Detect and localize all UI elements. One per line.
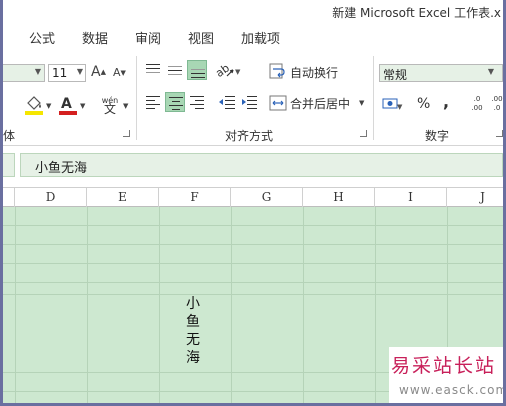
font-name-dropdown[interactable]: ▼ bbox=[3, 64, 45, 82]
column-header-e[interactable]: E bbox=[87, 188, 159, 207]
gridline bbox=[87, 207, 88, 403]
middle-align-button[interactable] bbox=[165, 60, 185, 80]
column-header-i[interactable]: I bbox=[375, 188, 447, 207]
merge-center-button[interactable]: 合并后居中 bbox=[290, 95, 350, 112]
excel-window: 新建 Microsoft Excel 工作表.x 公式 数据 审阅 视图 加载项… bbox=[0, 0, 506, 406]
column-header-j[interactable]: J bbox=[447, 188, 503, 207]
tab-review[interactable]: 审阅 bbox=[135, 28, 161, 47]
top-align-button[interactable] bbox=[143, 60, 163, 80]
chevron-down-icon: ▼ bbox=[76, 67, 83, 76]
font-color-icon: A bbox=[59, 96, 77, 115]
phonetic-guide-button[interactable]: wén 文 bbox=[99, 94, 121, 116]
gridline bbox=[3, 294, 503, 295]
merge-center-icon[interactable] bbox=[269, 93, 287, 113]
formula-input[interactable]: 小鱼无海 bbox=[20, 153, 503, 177]
gridline bbox=[303, 207, 304, 403]
orientation-button[interactable]: ab ▼ bbox=[213, 60, 241, 80]
increase-indent-icon bbox=[242, 96, 257, 109]
tab-data[interactable]: 数据 bbox=[82, 28, 108, 47]
column-header-g[interactable]: G bbox=[231, 188, 303, 207]
gridline bbox=[15, 207, 16, 403]
svg-text:▼: ▼ bbox=[235, 68, 241, 76]
decrease-decimal-icon: .00 bbox=[491, 95, 503, 103]
increase-decimal-icon: .0 bbox=[473, 95, 481, 103]
paint-bucket-icon bbox=[25, 96, 43, 115]
svg-text:ab: ab bbox=[213, 61, 232, 80]
tab-view[interactable]: 视图 bbox=[188, 28, 214, 47]
increase-indent-button[interactable] bbox=[239, 92, 259, 112]
number-format-dropdown[interactable]: 常规 ▼ bbox=[379, 64, 503, 82]
number-format-value: 常规 bbox=[383, 68, 408, 82]
chevron-down-icon[interactable]: ▼ bbox=[80, 102, 85, 110]
align-center-button[interactable] bbox=[165, 92, 185, 112]
currency-icon: ▼ bbox=[382, 98, 403, 111]
window-title: 新建 Microsoft Excel 工作表.x bbox=[332, 6, 501, 20]
group-divider bbox=[373, 56, 374, 140]
align-right-button[interactable] bbox=[187, 92, 207, 112]
comma-style-button[interactable]: , bbox=[443, 92, 449, 111]
font-group-label: 体 bbox=[3, 129, 16, 143]
chevron-down-icon[interactable]: ▼ bbox=[46, 102, 51, 110]
gridline bbox=[3, 225, 503, 226]
gridline bbox=[3, 282, 503, 283]
increase-font-size-icon[interactable]: A ▲ bbox=[91, 64, 106, 80]
font-size-value: 11 bbox=[52, 66, 68, 80]
alignment-dialog-launcher-icon[interactable] bbox=[360, 130, 367, 137]
wrap-text-icon[interactable] bbox=[269, 61, 287, 81]
svg-text:▼: ▼ bbox=[397, 103, 403, 111]
phonetic-char-icon: 文 bbox=[103, 102, 116, 116]
accounting-format-button[interactable]: ▼ bbox=[381, 94, 403, 114]
cell-f-merged-tall[interactable]: 小鱼无海 bbox=[160, 295, 231, 372]
tab-add-ins[interactable]: 加载项 bbox=[241, 28, 280, 47]
ribbon-home: ▼ 11 ▼ A ▲ A ▼ ▼ A ▼ wén 文 ▼ 体 ab ▼ 自动换行… bbox=[3, 50, 503, 146]
decrease-font-size-icon[interactable]: A ▼ bbox=[113, 66, 126, 79]
increase-decimal-button[interactable]: .0 .00 bbox=[467, 92, 487, 116]
watermark-url: www.easck.com bbox=[399, 383, 506, 397]
site-watermark: 易采站长站 www.easck.com bbox=[389, 347, 506, 403]
name-box[interactable] bbox=[3, 153, 15, 177]
cell-vertical-text: 小鱼无海 bbox=[186, 296, 200, 366]
chevron-down-icon: ▼ bbox=[34, 67, 41, 76]
ribbon-tab-bar: 公式 数据 审阅 视图 加载项 bbox=[3, 24, 503, 50]
wrap-text-button[interactable]: 自动换行 bbox=[290, 64, 338, 81]
gridline bbox=[3, 263, 503, 264]
text-orientation-icon: ab ▼ bbox=[213, 61, 241, 80]
column-header-partial[interactable] bbox=[3, 188, 15, 207]
chevron-down-icon[interactable]: ▼ bbox=[123, 102, 128, 110]
chevron-down-icon[interactable]: ▼ bbox=[359, 99, 364, 107]
number-dialog-launcher-icon[interactable] bbox=[496, 130, 503, 137]
font-color-button[interactable]: A bbox=[57, 94, 79, 116]
title-bar: 新建 Microsoft Excel 工作表.x bbox=[3, 0, 503, 24]
tab-formulas[interactable]: 公式 bbox=[29, 28, 55, 47]
number-group-label: 数字 bbox=[425, 129, 450, 143]
gridline bbox=[3, 244, 503, 245]
column-header-row: D E F G H I J bbox=[3, 187, 503, 207]
gridline bbox=[375, 207, 376, 403]
column-header-f[interactable]: F bbox=[159, 188, 231, 207]
fill-color-button[interactable] bbox=[23, 94, 45, 116]
decrease-decimal-button[interactable]: .00 .0 bbox=[491, 92, 503, 116]
bottom-align-button[interactable] bbox=[187, 60, 207, 80]
watermark-title: 易采站长站 bbox=[391, 355, 497, 377]
column-header-d[interactable]: D bbox=[15, 188, 87, 207]
column-header-h[interactable]: H bbox=[303, 188, 375, 207]
chevron-down-icon: ▼ bbox=[487, 67, 494, 76]
group-divider bbox=[136, 56, 137, 140]
svg-text:A: A bbox=[61, 96, 72, 112]
formula-bar: 小鱼无海 bbox=[3, 153, 503, 178]
gridline bbox=[231, 207, 232, 403]
font-dialog-launcher-icon[interactable] bbox=[123, 130, 130, 137]
percent-style-button[interactable]: % bbox=[417, 96, 430, 112]
decrease-indent-button[interactable] bbox=[217, 92, 237, 112]
decrease-indent-icon bbox=[219, 96, 235, 109]
alignment-group-label: 对齐方式 bbox=[225, 129, 274, 143]
align-left-button[interactable] bbox=[143, 92, 163, 112]
font-size-dropdown[interactable]: 11 ▼ bbox=[48, 64, 86, 82]
